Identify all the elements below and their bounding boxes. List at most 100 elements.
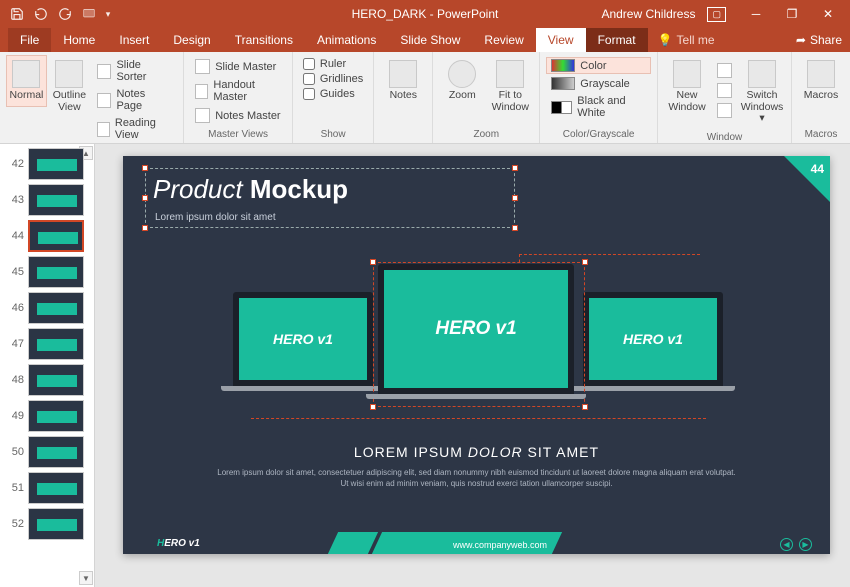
black-white-button[interactable]: Black and White — [546, 93, 651, 121]
group-master-views: Slide Master Handout Master Notes Master… — [184, 52, 293, 143]
laptop-center[interactable]: HERO v1 — [378, 264, 574, 399]
ribbon-display-icon[interactable]: ▢ — [707, 7, 726, 22]
slide-title[interactable]: Product Mockup — [153, 174, 348, 205]
slide-thumbnail[interactable]: 44 — [6, 220, 92, 252]
tab-animations[interactable]: Animations — [305, 28, 388, 52]
redo-icon[interactable] — [54, 3, 76, 25]
share-button[interactable]: ➦ Share — [788, 28, 850, 52]
thumb-preview — [28, 148, 84, 180]
slide-thumbnail[interactable]: 49 — [6, 400, 92, 432]
normal-view-button[interactable]: Normal — [6, 55, 47, 107]
macros-button[interactable]: Macros — [798, 55, 844, 107]
start-from-beginning-icon[interactable] — [78, 3, 100, 25]
group-presentation-views: Normal Outline View Slide Sorter Notes P… — [0, 52, 184, 143]
notes-button[interactable]: Notes — [380, 55, 426, 107]
user-name: Andrew Childress — [601, 7, 695, 21]
group-macros: Macros Macros — [792, 52, 850, 143]
handout-master-button[interactable]: Handout Master — [190, 77, 286, 105]
slide-thumbnail[interactable]: 48 — [6, 364, 92, 396]
thumb-preview — [28, 472, 84, 504]
tab-insert[interactable]: Insert — [107, 28, 161, 52]
tab-view[interactable]: View — [536, 28, 586, 52]
prev-icon[interactable]: ◀ — [780, 538, 793, 551]
move-split-button[interactable] — [712, 101, 737, 120]
thumb-preview — [28, 328, 84, 360]
document-title: HERO_DARK - PowerPoint — [352, 7, 499, 21]
ruler-checkbox[interactable]: Ruler — [299, 57, 367, 71]
share-label: Share — [810, 33, 842, 47]
slide-heading[interactable]: LOREM IPSUM DOLOR SIT AMET — [123, 444, 830, 460]
outline-view-button[interactable]: Outline View — [49, 55, 90, 118]
minimize-button[interactable]: ─ — [738, 0, 774, 28]
group-label — [380, 127, 426, 143]
reading-view-button[interactable]: Reading View — [92, 115, 177, 143]
undo-icon[interactable] — [30, 3, 52, 25]
thumb-number: 43 — [6, 194, 24, 206]
footer-nav: ◀ ▶ — [780, 538, 812, 551]
notes-page-button[interactable]: Notes Page — [92, 86, 177, 114]
thumb-preview — [28, 220, 84, 252]
gridlines-checkbox[interactable]: Gridlines — [299, 72, 367, 86]
thumb-number: 46 — [6, 302, 24, 314]
current-slide[interactable]: 44 Product Mockup Lorem ipsum dolor sit … — [123, 156, 830, 554]
guides-checkbox[interactable]: Guides — [299, 87, 367, 101]
save-icon[interactable] — [6, 3, 28, 25]
thumb-number: 51 — [6, 482, 24, 494]
group-label: Color/Grayscale — [546, 127, 651, 143]
slide-thumbnail[interactable]: 50 — [6, 436, 92, 468]
screen-text: HERO v1 — [239, 298, 367, 380]
thumb-preview — [28, 400, 84, 432]
group-show: Ruler Gridlines Guides Show — [293, 52, 374, 143]
next-icon[interactable]: ▶ — [799, 538, 812, 551]
color-button[interactable]: Color — [546, 57, 651, 74]
thumb-preview — [28, 508, 84, 540]
thumb-preview — [28, 256, 84, 288]
new-window-button[interactable]: New Window — [664, 55, 710, 118]
tab-slideshow[interactable]: Slide Show — [388, 28, 472, 52]
ribbon: Normal Outline View Slide Sorter Notes P… — [0, 52, 850, 144]
notes-master-button[interactable]: Notes Master — [190, 106, 286, 125]
tab-home[interactable]: Home — [51, 28, 107, 52]
tab-file[interactable]: File — [8, 28, 51, 52]
tab-design[interactable]: Design — [161, 28, 222, 52]
group-label: Zoom — [439, 127, 533, 143]
slide-thumbnail[interactable]: 51 — [6, 472, 92, 504]
tab-format[interactable]: Format — [586, 28, 648, 52]
device-mockups[interactable]: HERO v1 HERO v1 HERO v1 — [233, 264, 723, 414]
slide-thumbnail[interactable]: 43 — [6, 184, 92, 216]
scroll-down-button[interactable]: ▼ — [79, 571, 93, 585]
grayscale-button[interactable]: Grayscale — [546, 75, 651, 92]
slide-thumbnail[interactable]: 47 — [6, 328, 92, 360]
thumb-number: 49 — [6, 410, 24, 422]
guide-line — [251, 418, 706, 419]
slide-thumbnail[interactable]: 42 — [6, 148, 92, 180]
slide-body-text[interactable]: Lorem ipsum dolor sit amet, consectetuer… — [213, 468, 740, 490]
title-bar: ▾ HERO_DARK - PowerPoint Andrew Childres… — [0, 0, 850, 28]
share-icon: ➦ — [796, 33, 806, 47]
laptop-left[interactable]: HERO v1 — [233, 292, 373, 391]
slide-master-button[interactable]: Slide Master — [190, 57, 286, 76]
thumb-number: 48 — [6, 374, 24, 386]
slide-sorter-button[interactable]: Slide Sorter — [92, 57, 177, 85]
slide-number-badge: 44 — [811, 162, 824, 176]
slide-thumbnail[interactable]: 52 — [6, 508, 92, 540]
group-zoom: Zoom Fit to Window Zoom — [433, 52, 540, 143]
slide-thumbnail[interactable]: 45 — [6, 256, 92, 288]
switch-windows-button[interactable]: Switch Windows ▾ — [739, 55, 785, 130]
zoom-button[interactable]: Zoom — [439, 55, 485, 107]
slide-canvas-area[interactable]: 44 Product Mockup Lorem ipsum dolor sit … — [95, 144, 850, 587]
slide-subtitle[interactable]: Lorem ipsum dolor sit amet — [155, 212, 276, 223]
fit-to-window-button[interactable]: Fit to Window — [487, 55, 533, 118]
qat-dropdown-icon[interactable]: ▾ — [102, 3, 114, 25]
slide-thumbnail[interactable]: 46 — [6, 292, 92, 324]
laptop-right[interactable]: HERO v1 — [583, 292, 723, 391]
close-button[interactable]: ✕ — [810, 0, 846, 28]
tell-me-search[interactable]: 💡 Tell me — [648, 28, 725, 52]
arrange-all-button[interactable] — [712, 61, 737, 80]
restore-button[interactable]: ❐ — [774, 0, 810, 28]
tab-transitions[interactable]: Transitions — [223, 28, 305, 52]
thumb-preview — [28, 184, 84, 216]
tab-review[interactable]: Review — [472, 28, 535, 52]
cascade-button[interactable] — [712, 81, 737, 100]
thumb-preview — [28, 436, 84, 468]
